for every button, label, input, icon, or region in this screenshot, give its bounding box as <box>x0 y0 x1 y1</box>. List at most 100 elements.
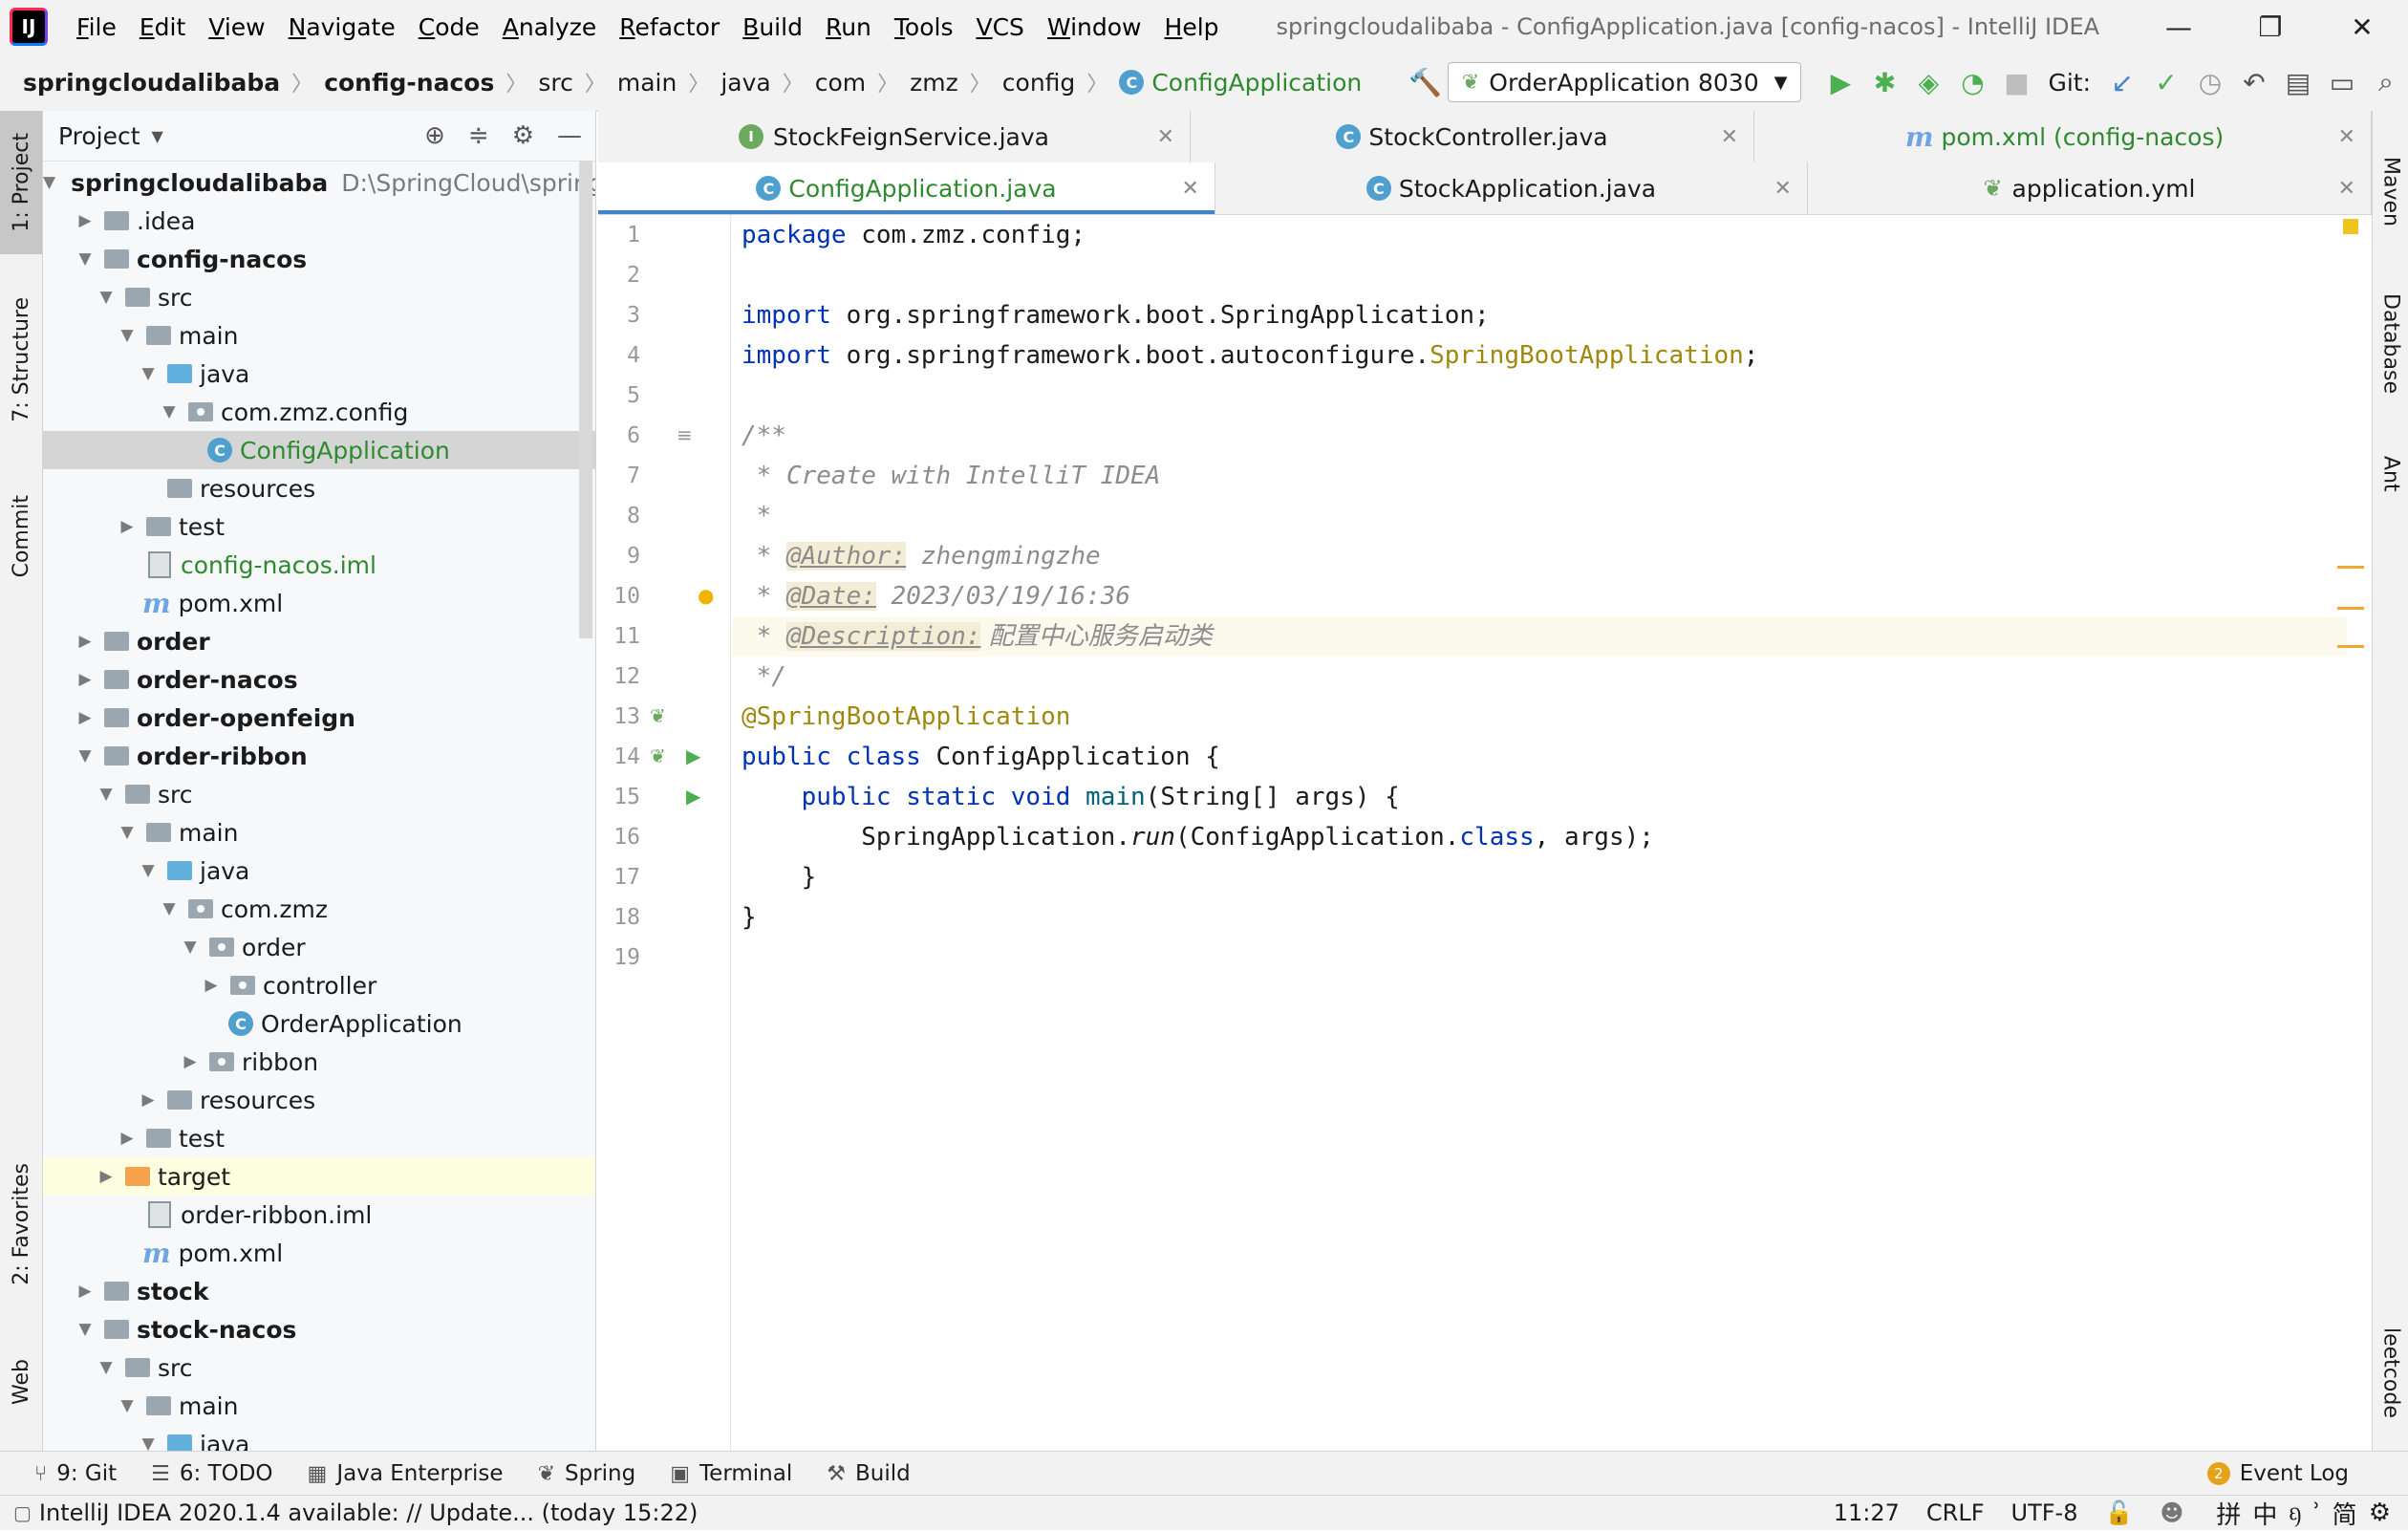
ime-item[interactable]: 简 <box>2333 1496 2357 1531</box>
tree-node-java[interactable]: ▼ java <box>43 852 595 890</box>
collapsed-arrow-icon[interactable]: ▶ <box>74 708 97 727</box>
debug-icon[interactable]: ✱ <box>1862 63 1906 101</box>
tree-node-order-ribbon[interactable]: ▼ order-ribbon <box>43 737 595 775</box>
tab-favorites[interactable]: 2: Favorites <box>0 1143 42 1305</box>
tree-node-stock[interactable]: ▶ stock <box>43 1272 595 1310</box>
collapsed-arrow-icon[interactable]: ▶ <box>137 1090 160 1110</box>
menu-vcs[interactable]: VCS <box>976 13 1023 41</box>
tree-node-resources[interactable]: resources <box>43 469 595 507</box>
tree-node-resources[interactable]: ▶ resources <box>43 1081 595 1119</box>
menu-window[interactable]: Window <box>1047 13 1142 41</box>
tab-application-yml[interactable]: ❦ application.yml ✕ <box>1808 162 2372 214</box>
ime-item[interactable]: 中 <box>2252 1496 2277 1531</box>
collapsed-arrow-icon[interactable]: ▶ <box>74 1282 97 1301</box>
tree-node-pom-xml[interactable]: m pom.xml <box>43 584 595 622</box>
tree-node-order[interactable]: ▼ order <box>43 928 595 966</box>
menu-navigate[interactable]: Navigate <box>289 13 396 41</box>
warning-marker[interactable] <box>2337 607 2364 610</box>
bottom-tool-6-todo[interactable]: ☰ 6: TODO <box>151 1461 272 1486</box>
tree-node-config-nacos[interactable]: ▼ config-nacos <box>43 240 595 278</box>
warning-marker[interactable] <box>2337 566 2364 569</box>
expanded-arrow-icon[interactable]: ▼ <box>137 861 160 880</box>
terminal-icon[interactable]: ▭ <box>2320 63 2364 101</box>
ime-item[interactable]: ⚙ <box>2369 1499 2391 1527</box>
git-history-icon[interactable]: ◷ <box>2188 63 2232 101</box>
event-log-button[interactable]: 2 Event Log <box>2206 1452 2349 1496</box>
menu-help[interactable]: Help <box>1165 13 1219 41</box>
close-icon[interactable]: ✕ <box>1182 177 1199 201</box>
tree-node-com-zmz[interactable]: ▼ com.zmz <box>43 890 595 928</box>
tab-leetcode[interactable]: leetcode <box>2373 1305 2408 1439</box>
collapsed-arrow-icon[interactable]: ▶ <box>200 976 223 995</box>
tab-commit[interactable]: Commit <box>0 469 42 603</box>
bottom-tool-terminal[interactable]: ▣ Terminal <box>670 1461 792 1486</box>
tree-node-src[interactable]: ▼ src <box>43 1348 595 1387</box>
coverage-icon[interactable]: ◈ <box>1906 63 1950 101</box>
gear-icon[interactable]: ⚙ <box>512 121 534 150</box>
expanded-arrow-icon[interactable]: ▼ <box>74 249 97 269</box>
tab-maven[interactable]: Maven <box>2373 124 2408 258</box>
breadcrumb-item[interactable]: java <box>720 69 770 97</box>
hide-panel-icon[interactable]: — <box>557 121 582 150</box>
tree-node-com-zmz-config[interactable]: ▼ com.zmz.config <box>43 393 595 431</box>
git-commit-icon[interactable]: ✓ <box>2144 63 2188 101</box>
git-rollback-icon[interactable]: ↶ <box>2232 63 2276 101</box>
expanded-arrow-icon[interactable]: ▼ <box>179 938 202 957</box>
collapsed-arrow-icon[interactable]: ▶ <box>74 211 97 230</box>
expanded-arrow-icon[interactable]: ▼ <box>116 1396 139 1415</box>
breadcrumb-item[interactable]: springcloudalibaba <box>23 69 280 97</box>
code-editor[interactable]: package com.zmz.config; import org.spring… <box>732 215 2347 1451</box>
lock-icon[interactable]: 🔓 <box>2104 1499 2133 1526</box>
toggle-tool-windows-icon[interactable]: ▢ <box>13 1501 32 1524</box>
close-icon[interactable]: ✕ <box>1774 177 1792 201</box>
minimize-button[interactable]: — <box>2133 11 2225 43</box>
tab-configapplication-java[interactable]: C ConfigApplication.java ✕ <box>598 162 1215 214</box>
breadcrumb-item[interactable]: config-nacos <box>324 69 494 97</box>
run-gutter-icon[interactable]: ▶ <box>686 785 700 808</box>
tab-structure[interactable]: 7: Structure <box>0 278 42 441</box>
tree-scrollbar[interactable] <box>579 161 592 638</box>
breadcrumb-item[interactable]: main <box>617 69 677 97</box>
caret-position[interactable]: 11:27 <box>1834 1499 1900 1526</box>
git-update-icon[interactable]: ↙ <box>2100 63 2144 101</box>
collapsed-arrow-icon[interactable]: ▶ <box>74 670 97 689</box>
tree-node-java[interactable]: ▼ java <box>43 1425 595 1451</box>
tree-node-main[interactable]: ▼ main <box>43 316 595 355</box>
expanded-arrow-icon[interactable]: ▼ <box>95 785 118 804</box>
bottom-tool-build[interactable]: ⚒ Build <box>827 1461 910 1486</box>
inspector-icon[interactable]: ☻ <box>2160 1499 2183 1526</box>
menu-analyze[interactable]: Analyze <box>503 13 597 41</box>
spring-bean-icon[interactable]: ❦ <box>650 744 666 767</box>
tree-node-configapplication[interactable]: C ConfigApplication <box>43 431 595 469</box>
tab-database[interactable]: Database <box>2373 271 2408 415</box>
tree-node-pom-xml[interactable]: m pom.xml <box>43 1234 595 1272</box>
tab-web[interactable]: Web <box>0 1334 42 1430</box>
collapsed-arrow-icon[interactable]: ▶ <box>74 632 97 651</box>
tree-node-ribbon[interactable]: ▶ ribbon <box>43 1043 595 1081</box>
collapsed-arrow-icon[interactable]: ▶ <box>116 517 139 536</box>
tree-node-stock-nacos[interactable]: ▼ stock-nacos <box>43 1310 595 1348</box>
profile-icon[interactable]: ◔ <box>1950 63 1994 101</box>
expanded-arrow-icon[interactable]: ▼ <box>74 746 97 766</box>
expanded-arrow-icon[interactable]: ▼ <box>158 402 181 421</box>
build-hammer-icon[interactable]: 🔨 <box>1404 63 1448 101</box>
tree-node-java[interactable]: ▼ java <box>43 355 595 393</box>
expanded-arrow-icon[interactable]: ▼ <box>95 288 118 307</box>
file-encoding[interactable]: UTF-8 <box>2011 1499 2078 1526</box>
collapsed-arrow-icon[interactable]: ▶ <box>179 1052 202 1071</box>
tree-node-target[interactable]: ▶ target <box>43 1157 595 1196</box>
breadcrumb-item[interactable]: com <box>815 69 866 97</box>
breadcrumb-item[interactable]: C ConfigApplication <box>1119 69 1362 97</box>
menu-build[interactable]: Build <box>742 13 803 41</box>
expanded-arrow-icon[interactable]: ▼ <box>116 823 139 842</box>
menu-tools[interactable]: Tools <box>894 13 954 41</box>
tree-node-src[interactable]: ▼ src <box>43 775 595 813</box>
run-gutter-icon[interactable]: ▶ <box>686 744 700 767</box>
expanded-arrow-icon[interactable]: ▼ <box>74 1320 97 1339</box>
ime-item[interactable]: 拼 <box>2216 1496 2241 1531</box>
tab-stockapplication-java[interactable]: C StockApplication.java ✕ <box>1215 162 1808 214</box>
bottom-tool-9-git[interactable]: ⑂ 9: Git <box>34 1461 117 1486</box>
close-icon[interactable]: ✕ <box>2338 177 2355 201</box>
menu-view[interactable]: View <box>208 13 265 41</box>
tree-node-controller[interactable]: ▶ controller <box>43 966 595 1004</box>
